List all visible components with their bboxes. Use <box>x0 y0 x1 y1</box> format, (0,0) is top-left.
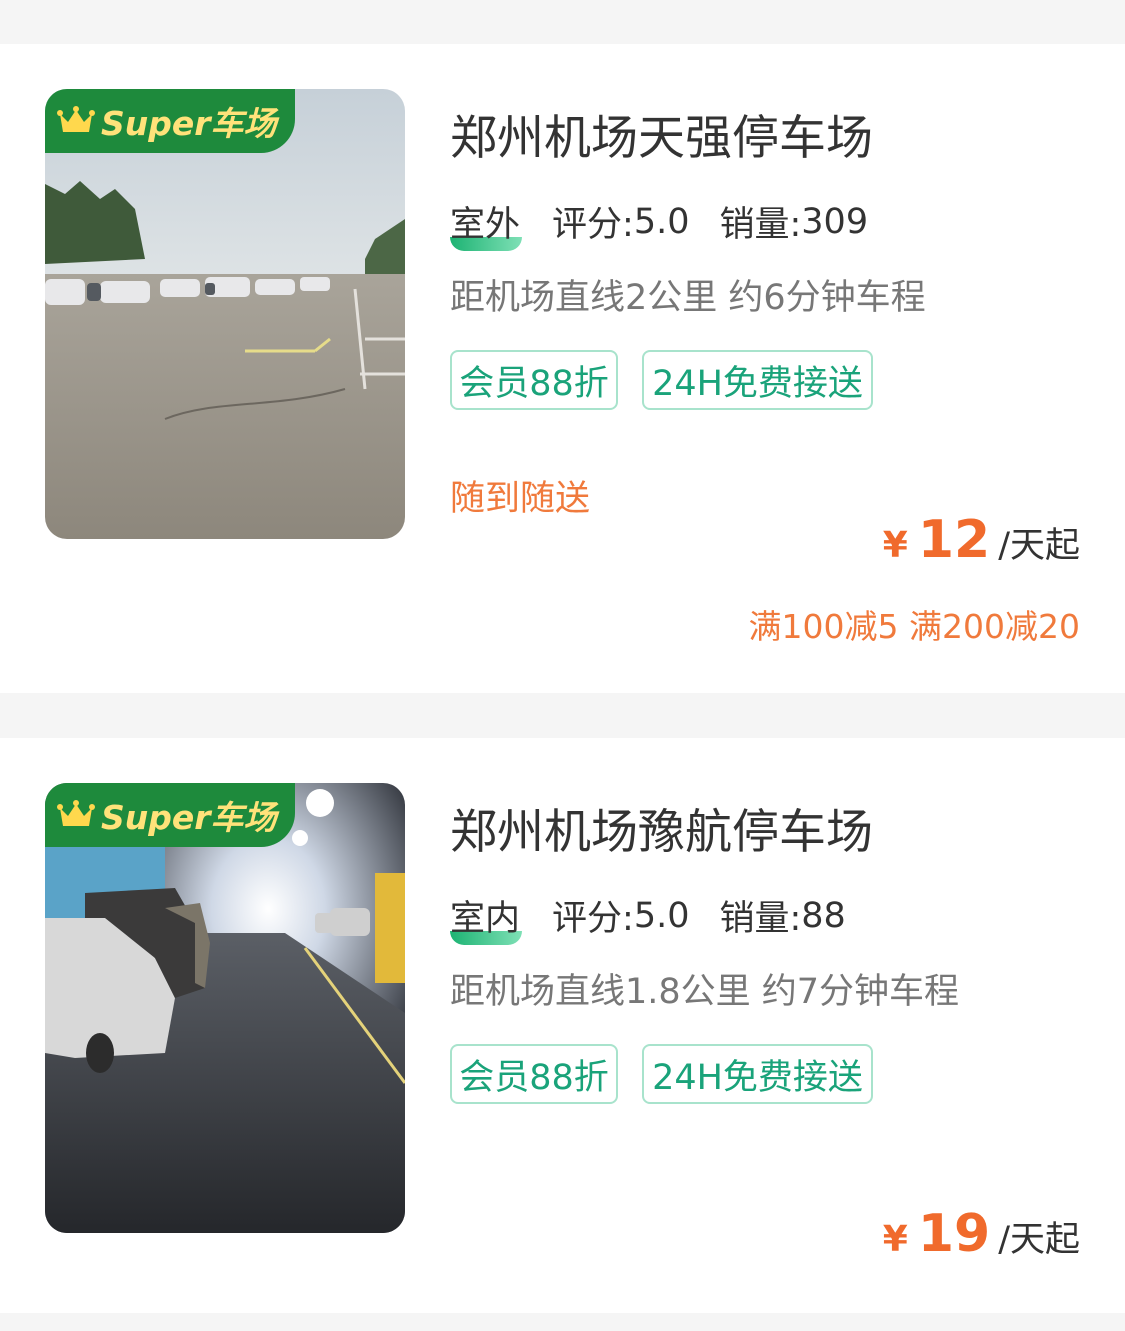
super-lot-badge: Super车场 <box>45 783 295 847</box>
price-unit: /天起 <box>998 1220 1080 1260</box>
parking-lot-meta: 室外 评分: 5.0 销量: 309 <box>450 196 869 251</box>
crown-icon <box>57 800 95 826</box>
parking-lot-card[interactable]: Super车场 郑州机场天强停车场 室外 评分: 5.0 销量: 309 距机场… <box>0 44 1125 693</box>
currency-symbol: ¥ <box>882 1219 908 1260</box>
environment-label: 室外 <box>450 196 522 251</box>
price-amount: 19 <box>917 1204 991 1264</box>
parking-lot-card[interactable]: Super车场 郑州机场豫航停车场 室内 评分: 5.0 销量: 88 距机场直… <box>0 738 1125 1313</box>
sales-value: 88 <box>801 895 846 936</box>
outdoor-parking-lot-photo <box>45 89 405 539</box>
price: ¥ 19 /天起 <box>883 1204 1080 1264</box>
parking-lot-info: 郑州机场天强停车场 室外 评分: 5.0 销量: 309 距机场直线2公里 约6… <box>450 44 1080 693</box>
distance-text: 距机场直线2公里 约6分钟车程 <box>450 278 926 318</box>
tag-list: 会员88折 24H免费接送 <box>450 1044 873 1104</box>
currency-symbol: ¥ <box>882 525 908 566</box>
badge-label: Super车场 <box>101 104 277 143</box>
indoor-parking-garage-photo <box>45 783 405 1233</box>
tag-free-shuttle: 24H免费接送 <box>642 1044 873 1104</box>
sales-label: 销量: <box>719 205 802 245</box>
tag-member-discount: 会员88折 <box>450 350 618 410</box>
rating-label: 评分: <box>552 205 634 245</box>
price-unit: /天起 <box>998 526 1080 566</box>
price-amount: 12 <box>917 510 991 570</box>
parking-lot-photo[interactable]: Super车场 <box>45 89 405 539</box>
crown-icon <box>57 106 95 132</box>
parking-lot-photo[interactable]: Super车场 <box>45 783 405 1233</box>
discount-text: 满100减5 满200减20 <box>748 607 1080 646</box>
parking-lot-list: Super车场 郑州机场天强停车场 室外 评分: 5.0 销量: 309 距机场… <box>0 0 1125 1331</box>
rating-label: 评分: <box>552 899 634 939</box>
distance-text: 距机场直线1.8公里 约7分钟车程 <box>450 972 960 1012</box>
parking-lot-title[interactable]: 郑州机场天强停车场 <box>450 99 873 168</box>
rating-value: 5.0 <box>633 895 690 936</box>
parking-lot-info: 郑州机场豫航停车场 室内 评分: 5.0 销量: 88 距机场直线1.8公里 约… <box>450 738 1080 1313</box>
parking-lot-meta: 室内 评分: 5.0 销量: 88 <box>450 890 846 945</box>
badge-label: Super车场 <box>101 798 277 837</box>
sales-value: 309 <box>801 201 869 242</box>
tag-member-discount: 会员88折 <box>450 1044 618 1104</box>
environment-label: 室内 <box>450 890 522 945</box>
tag-list: 会员88折 24H免费接送 <box>450 350 873 410</box>
rating-value: 5.0 <box>633 201 690 242</box>
parking-lot-title[interactable]: 郑州机场豫航停车场 <box>450 793 873 862</box>
service-note: 随到随送 <box>450 479 591 519</box>
tag-free-shuttle: 24H免费接送 <box>642 350 873 410</box>
sales-label: 销量: <box>719 899 802 939</box>
super-lot-badge: Super车场 <box>45 89 295 153</box>
price: ¥ 12 /天起 <box>883 510 1080 570</box>
